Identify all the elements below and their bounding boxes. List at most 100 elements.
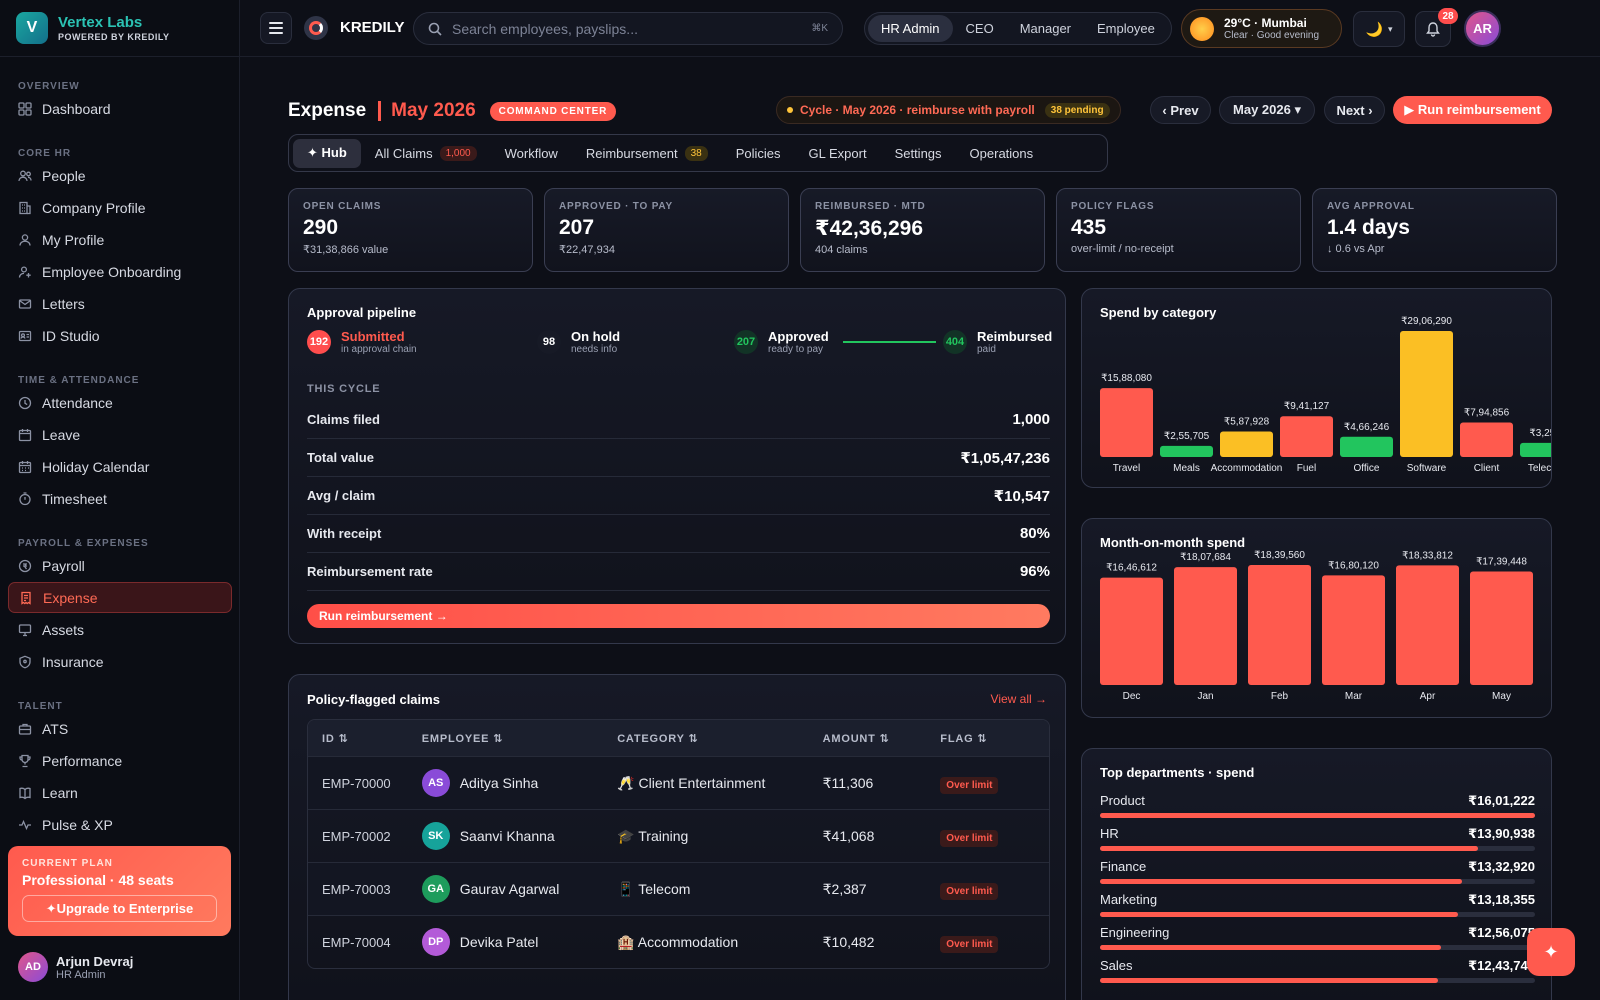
run-reimbursement-button[interactable]: ▶ Run reimbursement	[1393, 96, 1552, 124]
building-icon	[18, 201, 32, 215]
upgrade-button[interactable]: ✦Upgrade to Enterprise	[22, 895, 217, 922]
bar[interactable]	[1100, 388, 1153, 457]
pipeline-stage[interactable]: 192 Submitted in approval chain	[307, 329, 417, 355]
sidebar-item-people[interactable]: People	[8, 160, 232, 191]
kpi-card[interactable]: POLICY FLAGS 435 over-limit / no-receipt	[1056, 188, 1301, 272]
sidebar-item-dashboard[interactable]: Dashboard	[8, 93, 232, 124]
pipeline-stage[interactable]: 98 On hold needs info	[537, 329, 620, 355]
tab-settings[interactable]: Settings	[881, 139, 956, 168]
table-row[interactable]: EMP-70003 GA Gaurav Agarwal 📱 Telecom ₹2,387…	[308, 862, 1049, 915]
kpi-card[interactable]: OPEN CLAIMS 290 ₹31,38,866 value	[288, 188, 533, 272]
department-row[interactable]: Product ₹16,01,222	[1100, 793, 1535, 823]
department-row[interactable]: Finance ₹13,32,920	[1100, 859, 1535, 889]
category-label: Travel	[1113, 463, 1140, 474]
month-select[interactable]: May 2026 ▾	[1219, 96, 1315, 124]
sidebar-item-leave[interactable]: Leave	[8, 419, 232, 450]
kpi-value: 435	[1071, 216, 1107, 239]
sidebar-item-timesheet[interactable]: Timesheet	[8, 483, 232, 514]
bar[interactable]	[1322, 575, 1385, 685]
chevron-down-icon: ▾	[1387, 23, 1393, 34]
bar[interactable]	[1520, 442, 1552, 457]
column-header[interactable]: AMOUNT ⇅	[823, 732, 941, 745]
sidebar-item-id-studio[interactable]: ID Studio	[8, 320, 232, 351]
tab-workflow[interactable]: Workflow	[491, 139, 572, 168]
tab-operations[interactable]: Operations	[956, 139, 1048, 168]
sidebar-item-learn[interactable]: Learn	[8, 777, 232, 808]
table-row[interactable]: EMP-70002 SK Saanvi Khanna 🎓 Training ₹41,06…	[308, 809, 1049, 862]
weather-widget[interactable]: 29°C · Mumbai Clear · Good evening	[1181, 9, 1342, 48]
tab-all-claims[interactable]: All Claims 1,000	[361, 139, 491, 168]
role-manager[interactable]: Manager	[1007, 15, 1084, 42]
bar[interactable]	[1220, 431, 1273, 457]
tab-hub[interactable]: ✦ Hub	[293, 138, 361, 168]
table-row[interactable]: EMP-70004 DP Devika Patel 🏨 Accommodation ₹1…	[308, 915, 1049, 968]
weather-temp: 29°C · Mumbai	[1224, 16, 1307, 30]
avatar[interactable]: AR	[1464, 10, 1501, 47]
prev-button[interactable]: ‹ Prev	[1150, 96, 1211, 124]
sidebar-item-my-profile[interactable]: My Profile	[8, 224, 232, 255]
bar[interactable]	[1400, 331, 1453, 457]
search-input[interactable]	[452, 20, 812, 37]
sidebar-item-employee-onboarding[interactable]: Employee Onboarding	[8, 256, 232, 287]
sidebar-item-expense[interactable]: Expense	[8, 582, 232, 613]
sidebar-item-pulse-xp[interactable]: Pulse & XP	[8, 809, 232, 840]
cycle-row: With receipt 80%	[307, 515, 1050, 553]
tab-gl-export[interactable]: GL Export	[795, 139, 881, 168]
tab-policies[interactable]: Policies	[722, 139, 795, 168]
bar[interactable]	[1160, 445, 1213, 457]
department-row[interactable]: Marketing ₹13,18,355	[1100, 892, 1535, 922]
sidebar-item-letters[interactable]: Letters	[8, 288, 232, 319]
bar[interactable]	[1174, 567, 1237, 685]
kpi-card[interactable]: APPROVED · TO PAY 207 ₹22,47,934	[544, 188, 789, 272]
next-button[interactable]: Next ›	[1324, 96, 1385, 124]
column-header[interactable]: ID ⇅	[308, 732, 422, 745]
tab-bar: ✦ Hub All Claims 1,000 Workflow Reimbursemen…	[288, 134, 1108, 172]
bar[interactable]	[1280, 416, 1333, 457]
bar[interactable]	[1470, 571, 1533, 685]
assistant-fab-button[interactable]: ✦	[1527, 928, 1575, 976]
role-employee[interactable]: Employee	[1084, 15, 1168, 42]
pipeline-stage[interactable]: 404 Reimbursed paid	[943, 329, 1052, 355]
kpi-value: 290	[303, 216, 339, 239]
sidebar-item-holiday-calendar[interactable]: Holiday Calendar	[8, 451, 232, 482]
user-card[interactable]: AD Arjun Devraj HR Admin	[18, 952, 133, 982]
bar[interactable]	[1460, 422, 1513, 457]
sidebar-item-payroll[interactable]: Payroll	[8, 550, 232, 581]
sidebar-item-performance[interactable]: Performance	[8, 745, 232, 776]
sidebar-item-assets[interactable]: Assets	[8, 614, 232, 645]
column-header[interactable]: FLAG ⇅	[940, 732, 1049, 745]
sidebar-item-label: ATS	[42, 720, 69, 737]
department-row[interactable]: Sales ₹12,43,740	[1100, 958, 1535, 988]
category-label: Feb	[1271, 691, 1289, 702]
kpi-card[interactable]: REIMBURSED · MTD ₹42,36,296 404 claims	[800, 188, 1045, 272]
search-bar[interactable]: ⌘K	[413, 12, 843, 45]
flag-cell: Over limit	[940, 775, 1049, 794]
notifications-button[interactable]: 28	[1415, 8, 1458, 47]
sidebar-item-company-profile[interactable]: Company Profile	[8, 192, 232, 223]
column-header[interactable]: CATEGORY ⇅	[617, 732, 822, 745]
pipeline-stage[interactable]: 207 Approved ready to pay	[734, 329, 829, 355]
run-reimbursement-bar-button[interactable]: Run reimbursement →	[307, 604, 1050, 628]
view-all-link[interactable]: View all →	[991, 692, 1047, 706]
role-ceo[interactable]: CEO	[953, 15, 1007, 42]
table-row[interactable]: EMP-70000 AS Aditya Sinha 🥂 Client Entertai…	[308, 756, 1049, 809]
month-on-month-chart: ₹16,46,612 Dec ₹18,07,684 Jan ₹18,39,560 Feb ₹…	[1100, 550, 1533, 702]
bar[interactable]	[1396, 565, 1459, 685]
department-row[interactable]: HR ₹13,90,938	[1100, 826, 1535, 856]
sidebar-item-insurance[interactable]: Insurance	[8, 646, 232, 677]
bar[interactable]	[1340, 436, 1393, 457]
current-plan-card: CURRENT PLAN Professional · 48 seats ✦Up…	[8, 846, 231, 936]
brand[interactable]: V Vertex Labs POWERED BY KREDILY	[0, 0, 239, 57]
role-hr-admin[interactable]: HR Admin	[868, 15, 953, 42]
kpi-card[interactable]: AVG APPROVAL 1.4 days ↓ 0.6 vs Apr	[1312, 188, 1557, 272]
menu-button[interactable]	[260, 12, 292, 44]
bar[interactable]	[1248, 565, 1311, 685]
sidebar-item-attendance[interactable]: Attendance	[8, 387, 232, 418]
department-bar	[1100, 912, 1459, 917]
sidebar-item-ats[interactable]: ATS	[8, 713, 232, 744]
column-header[interactable]: EMPLOYEE ⇅	[422, 732, 617, 745]
theme-toggle[interactable]: 🌙 ▾	[1353, 11, 1405, 47]
bar[interactable]	[1100, 577, 1163, 685]
tab-reimbursement[interactable]: Reimbursement 38	[572, 139, 722, 168]
department-row[interactable]: Engineering ₹12,56,075	[1100, 925, 1535, 955]
